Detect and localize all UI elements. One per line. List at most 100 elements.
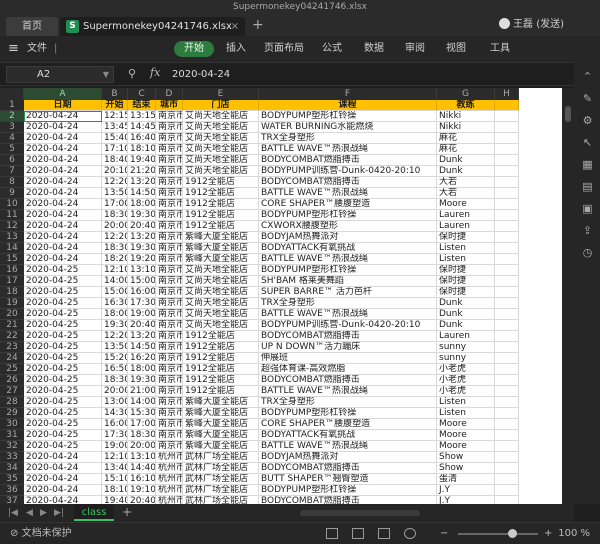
table-cell[interactable]: [495, 320, 519, 331]
table-cell[interactable]: 麻花: [437, 144, 495, 155]
table-cell[interactable]: 南京市: [156, 419, 183, 430]
table-cell[interactable]: 2020-04-24: [24, 496, 102, 504]
table-cell[interactable]: Show: [437, 452, 495, 463]
column-header-d[interactable]: D: [156, 88, 183, 100]
row-header[interactable]: 19: [0, 298, 24, 309]
table-cell[interactable]: 2020-04-25: [24, 309, 102, 320]
table-cell[interactable]: 16:30: [102, 298, 128, 309]
menu-view[interactable]: 视图: [446, 36, 466, 62]
column-header-a[interactable]: A: [24, 88, 102, 100]
scrollbar-thumb[interactable]: [565, 106, 571, 122]
row-header[interactable]: 28: [0, 397, 24, 408]
table-cell[interactable]: [495, 122, 519, 133]
table-cell[interactable]: 2020-04-24: [24, 188, 102, 199]
table-cell[interactable]: 15:40: [102, 133, 128, 144]
table-cell[interactable]: 2020-04-24: [24, 221, 102, 232]
table-cell[interactable]: 1912全能店: [183, 353, 259, 364]
table-cell[interactable]: 南京市: [156, 111, 183, 122]
table-cell[interactable]: [495, 386, 519, 397]
row-header[interactable]: 5: [0, 144, 24, 155]
table-cell[interactable]: [495, 430, 519, 441]
row-header[interactable]: 29: [0, 408, 24, 419]
name-box[interactable]: A2 ▼: [6, 66, 114, 83]
table-cell[interactable]: 16:00: [128, 287, 156, 298]
table-cell[interactable]: [495, 485, 519, 496]
table-cell[interactable]: 18:20: [102, 254, 128, 265]
table-cell[interactable]: 13:40: [102, 463, 128, 474]
table-cell[interactable]: BODYCOMBAT燃脂搏击: [259, 463, 437, 474]
table-cell[interactable]: BUTT SHAPER™翘臀塑造: [259, 474, 437, 485]
table-cell[interactable]: SUPER BARRE™ 活力芭杆: [259, 287, 437, 298]
table-cell[interactable]: 南京市: [156, 188, 183, 199]
table-cell[interactable]: 1912全能店: [183, 375, 259, 386]
table-header-cell[interactable]: 开始: [102, 100, 128, 111]
table-cell[interactable]: 保时捷: [437, 276, 495, 287]
vertical-scrollbar[interactable]: [562, 88, 574, 504]
table-cell[interactable]: 17:30: [102, 430, 128, 441]
table-cell[interactable]: 2020-04-25: [24, 353, 102, 364]
row-header[interactable]: 9: [0, 188, 24, 199]
table-cell[interactable]: 20:00: [102, 221, 128, 232]
table-cell[interactable]: 13:20: [128, 232, 156, 243]
row-header[interactable]: 20: [0, 309, 24, 320]
row-header[interactable]: 18: [0, 287, 24, 298]
table-cell[interactable]: 南京市: [156, 254, 183, 265]
table-cell[interactable]: 武林广场全能店: [183, 474, 259, 485]
row-header[interactable]: 21: [0, 320, 24, 331]
table-cell[interactable]: BATTLE WAVE™热浪战绳: [259, 309, 437, 320]
table-header-cell[interactable]: 门店: [183, 100, 259, 111]
table-cell[interactable]: BODYCOMBAT燃脂搏击: [259, 375, 437, 386]
table-cell[interactable]: 小老虎: [437, 386, 495, 397]
table-cell[interactable]: 12:20: [102, 331, 128, 342]
spreadsheet-grid[interactable]: A B C D E F G H 1 2 3 4 5 6 7 8 9 10 11 12 13 14 15 16 17 18 19 20 2…: [0, 88, 562, 504]
table-cell[interactable]: BODYJAM热舞派对: [259, 232, 437, 243]
table-cell[interactable]: 艾尚天地全能店: [183, 265, 259, 276]
formula-input[interactable]: 2020-04-24: [172, 66, 552, 83]
table-cell[interactable]: Nikki: [437, 122, 495, 133]
row-header[interactable]: 22: [0, 331, 24, 342]
table-cell[interactable]: 19:30: [128, 375, 156, 386]
table-cell[interactable]: 13:00: [102, 397, 128, 408]
table-cell[interactable]: 2020-04-25: [24, 430, 102, 441]
row-header[interactable]: 4: [0, 133, 24, 144]
row-header[interactable]: 33: [0, 452, 24, 463]
table-cell[interactable]: 19:00: [102, 441, 128, 452]
table-cell[interactable]: 南京市: [156, 232, 183, 243]
table-cell[interactable]: [495, 254, 519, 265]
table-cell[interactable]: 14:50: [128, 188, 156, 199]
row-header[interactable]: 26: [0, 375, 24, 386]
table-cell[interactable]: 2020-04-25: [24, 408, 102, 419]
table-cell[interactable]: 杭州市: [156, 474, 183, 485]
table-cell[interactable]: 1912全能店: [183, 221, 259, 232]
table-cell[interactable]: 18:30: [102, 375, 128, 386]
table-cell[interactable]: 艾尚天地全能店: [183, 166, 259, 177]
table-cell[interactable]: TRX全身塑形: [259, 397, 437, 408]
table-cell[interactable]: 紫峰大厦全能店: [183, 397, 259, 408]
table-cell[interactable]: 12:10: [102, 265, 128, 276]
table-cell[interactable]: 12:15: [102, 111, 128, 122]
table-cell[interactable]: Moore: [437, 419, 495, 430]
table-cell[interactable]: 2020-04-24: [24, 485, 102, 496]
image-icon[interactable]: ▣: [581, 202, 594, 215]
table-cell[interactable]: 超强体育课-高效燃脂: [259, 364, 437, 375]
table-cell[interactable]: [495, 474, 519, 485]
table-cell[interactable]: [495, 221, 519, 232]
row-header[interactable]: 6: [0, 155, 24, 166]
page-break-view-icon[interactable]: [378, 528, 390, 539]
table-cell[interactable]: 艾尚天地全能店: [183, 276, 259, 287]
table-cell[interactable]: 13:10: [128, 452, 156, 463]
table-cell[interactable]: [495, 276, 519, 287]
table-cell[interactable]: 1912全能店: [183, 386, 259, 397]
table-cell[interactable]: [495, 177, 519, 188]
table-cell[interactable]: 19:10: [128, 485, 156, 496]
close-tab-icon[interactable]: ×: [231, 17, 239, 36]
table-cell[interactable]: Lauren: [437, 210, 495, 221]
table-cell[interactable]: 南京市: [156, 309, 183, 320]
table-cell[interactable]: 武林广场全能店: [183, 463, 259, 474]
table-cell[interactable]: 2020-04-25: [24, 287, 102, 298]
table-cell[interactable]: CORE SHAPER™腰腹塑造: [259, 199, 437, 210]
table-cell[interactable]: 2020-04-25: [24, 441, 102, 452]
table-cell[interactable]: 20:00: [128, 441, 156, 452]
table-cell[interactable]: [495, 199, 519, 210]
table-cell[interactable]: SH'BAM 格莱美舞蹈: [259, 276, 437, 287]
